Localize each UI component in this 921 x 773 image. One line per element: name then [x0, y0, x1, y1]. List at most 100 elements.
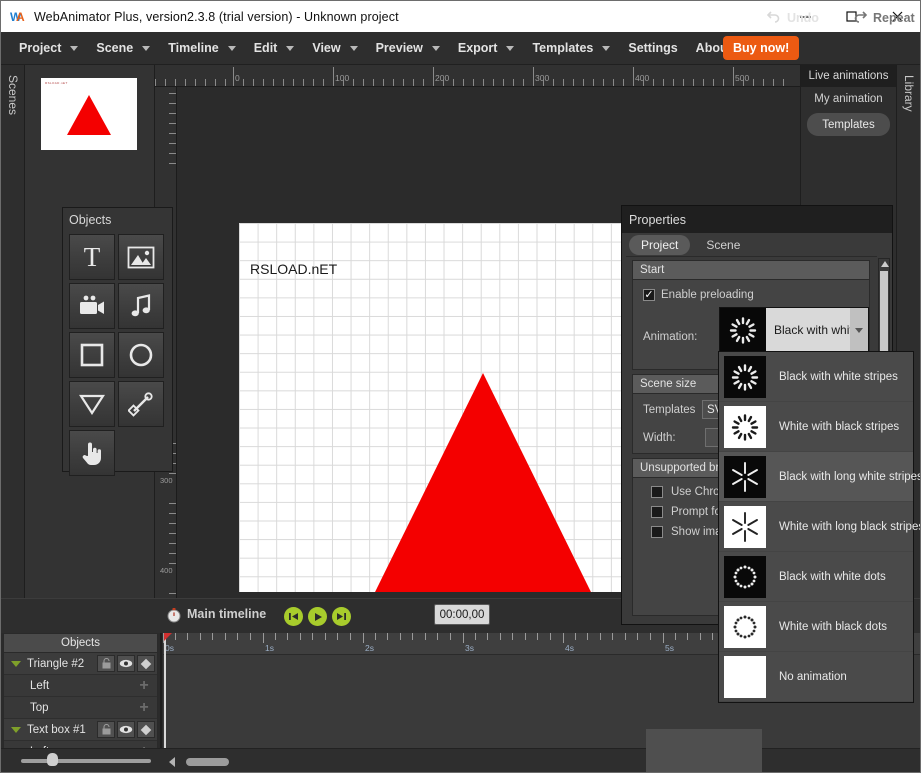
menu-project-label: Project [19, 41, 62, 55]
timeline-hscrollbar-thumb[interactable] [186, 758, 229, 766]
dropdown-label-1: White with black stripes [779, 420, 900, 433]
table-row[interactable]: Left + [4, 675, 157, 697]
table-row[interactable]: Text box #1 [4, 719, 157, 741]
hruler-label-300: 300 [535, 73, 550, 83]
timeline-playhead[interactable] [164, 633, 166, 748]
menu-timeline-label: Timeline [168, 41, 219, 55]
tlruler-label-1s: 1s [265, 643, 274, 653]
add-keyframe-icon[interactable]: + [137, 700, 151, 716]
lock-icon[interactable] [97, 655, 115, 672]
dropdown-item-black-white-dots[interactable]: Black with white dots [719, 552, 913, 602]
tab-my-animation[interactable]: My animation [801, 87, 896, 110]
chevron-down-icon[interactable] [850, 308, 868, 352]
fallback-image-preview[interactable] [646, 729, 762, 772]
play-button[interactable] [308, 607, 327, 626]
text-tool-button[interactable]: T [69, 234, 115, 280]
triangle-tool-button[interactable] [69, 381, 115, 427]
canvas-text-object[interactable]: RSLOAD.nET [250, 261, 337, 277]
hruler-label-500: 500 [735, 73, 750, 83]
eye-icon[interactable] [117, 655, 135, 672]
go-to-end-button[interactable] [332, 607, 351, 626]
timeline-playhead-flag[interactable] [164, 633, 172, 641]
enable-preloading-checkbox[interactable]: ✓ [643, 289, 655, 301]
buy-now-button[interactable]: Buy now! [723, 36, 800, 60]
menu-export[interactable]: Export [449, 32, 524, 65]
chevron-down-icon[interactable] [11, 660, 21, 667]
menu-edit[interactable]: Edit [245, 32, 304, 65]
redo-arrow-icon [852, 9, 868, 26]
show-image-checkbox[interactable] [651, 526, 663, 538]
image-picture-icon [127, 246, 155, 269]
menu-scene[interactable]: Scene [87, 32, 159, 65]
animation-dropdown-list[interactable]: Black with white stripes White with blac… [718, 351, 920, 703]
repeat-button[interactable]: Repeat [844, 1, 920, 34]
objects-panel: Objects T [62, 207, 173, 476]
dropdown-item-white-black-stripes[interactable]: White with black stripes [719, 402, 913, 452]
line-tool-button[interactable] [118, 381, 164, 427]
add-keyframe-icon[interactable]: + [137, 678, 151, 694]
app-logo-icon: W A [10, 10, 26, 24]
work-area: Scenes RSLOAD.nET 0 100 200 300 400 500 … [1, 65, 920, 772]
keyframe-diamond-icon[interactable] [137, 655, 155, 672]
menu-export-label: Export [457, 41, 498, 55]
button-tool-button[interactable] [69, 430, 115, 476]
canvas-triangle-object[interactable] [344, 373, 622, 598]
audio-tool-button[interactable] [118, 283, 164, 329]
undo-button[interactable]: Undo [758, 1, 827, 34]
row-icon-group [97, 655, 155, 672]
checkmark-icon: ✓ [644, 288, 654, 301]
dropdown-item-white-black-dots[interactable]: White with black dots [719, 602, 913, 652]
menu-project[interactable]: Project [10, 32, 87, 65]
chevron-down-icon[interactable] [11, 726, 21, 733]
keyframe-diamond-icon[interactable] [137, 721, 155, 738]
menu-preview[interactable]: Preview [367, 32, 449, 65]
stopwatch-icon [166, 607, 181, 623]
table-row[interactable]: Triangle #2 [4, 653, 157, 675]
dropdown-item-no-animation[interactable]: No animation [719, 652, 913, 702]
circle-icon [129, 343, 153, 367]
eye-icon[interactable] [117, 721, 135, 738]
ellipse-tool-button[interactable] [118, 332, 164, 378]
hand-pointer-icon [81, 440, 103, 466]
time-display[interactable]: 00:00,00 [434, 604, 490, 625]
menu-settings[interactable]: Settings [619, 32, 686, 65]
video-tool-button[interactable] [69, 283, 115, 329]
animation-label: Animation: [643, 331, 698, 343]
prompt-for-checkbox[interactable] [651, 506, 663, 518]
image-tool-button[interactable] [118, 234, 164, 280]
menu-timeline[interactable]: Timeline [159, 32, 244, 65]
tab-project[interactable]: Project [629, 235, 691, 255]
dropdown-label-5: White with black dots [779, 620, 888, 633]
go-to-start-button[interactable] [284, 607, 303, 626]
rectangle-tool-button[interactable] [69, 332, 115, 378]
spinner-black-white-dots-icon [724, 555, 766, 598]
table-row[interactable]: Top + [4, 697, 157, 719]
timeline-row-label-1: Left [30, 679, 50, 692]
scene-thumbnail[interactable]: RSLOAD.nET [41, 78, 137, 150]
dropdown-label-4: Black with white dots [779, 570, 886, 583]
dropdown-item-black-long-white-stripes[interactable]: Black with long white stripes [719, 452, 920, 502]
dropdown-label-6: No animation [779, 670, 847, 683]
menu-view[interactable]: View [303, 32, 366, 65]
tab-templates[interactable]: Templates [807, 113, 890, 136]
tab-scene[interactable]: Scene [694, 235, 752, 255]
dropdown-item-white-long-black-stripes[interactable]: White with long black stripes [719, 502, 920, 552]
lock-icon[interactable] [97, 721, 115, 738]
scenes-tab[interactable]: Scenes [1, 65, 25, 598]
timeline-row-label-0: Triangle #2 [27, 657, 85, 670]
templates-label: Templates [643, 404, 696, 416]
use-chrome-checkbox[interactable] [651, 486, 663, 498]
timeline-zoom-slider-track[interactable] [21, 759, 151, 763]
square-icon [80, 343, 104, 367]
properties-title: Properties [622, 206, 892, 233]
dropdown-item-black-white-stripes[interactable]: Black with white stripes [719, 352, 913, 402]
tlruler-label-2s: 2s [365, 643, 374, 653]
animation-combobox[interactable]: Black with white [719, 307, 869, 353]
timeline-zoom-slider-knob[interactable] [47, 753, 58, 766]
properties-tabs: Project Scene [629, 234, 752, 256]
scene-thumbnail-text: RSLOAD.nET [45, 81, 68, 85]
scroll-left-arrow-icon[interactable] [169, 757, 175, 767]
menu-templates[interactable]: Templates [523, 32, 619, 65]
tlruler-label-4s: 4s [565, 643, 574, 653]
scroll-up-arrow-icon[interactable] [881, 261, 889, 267]
